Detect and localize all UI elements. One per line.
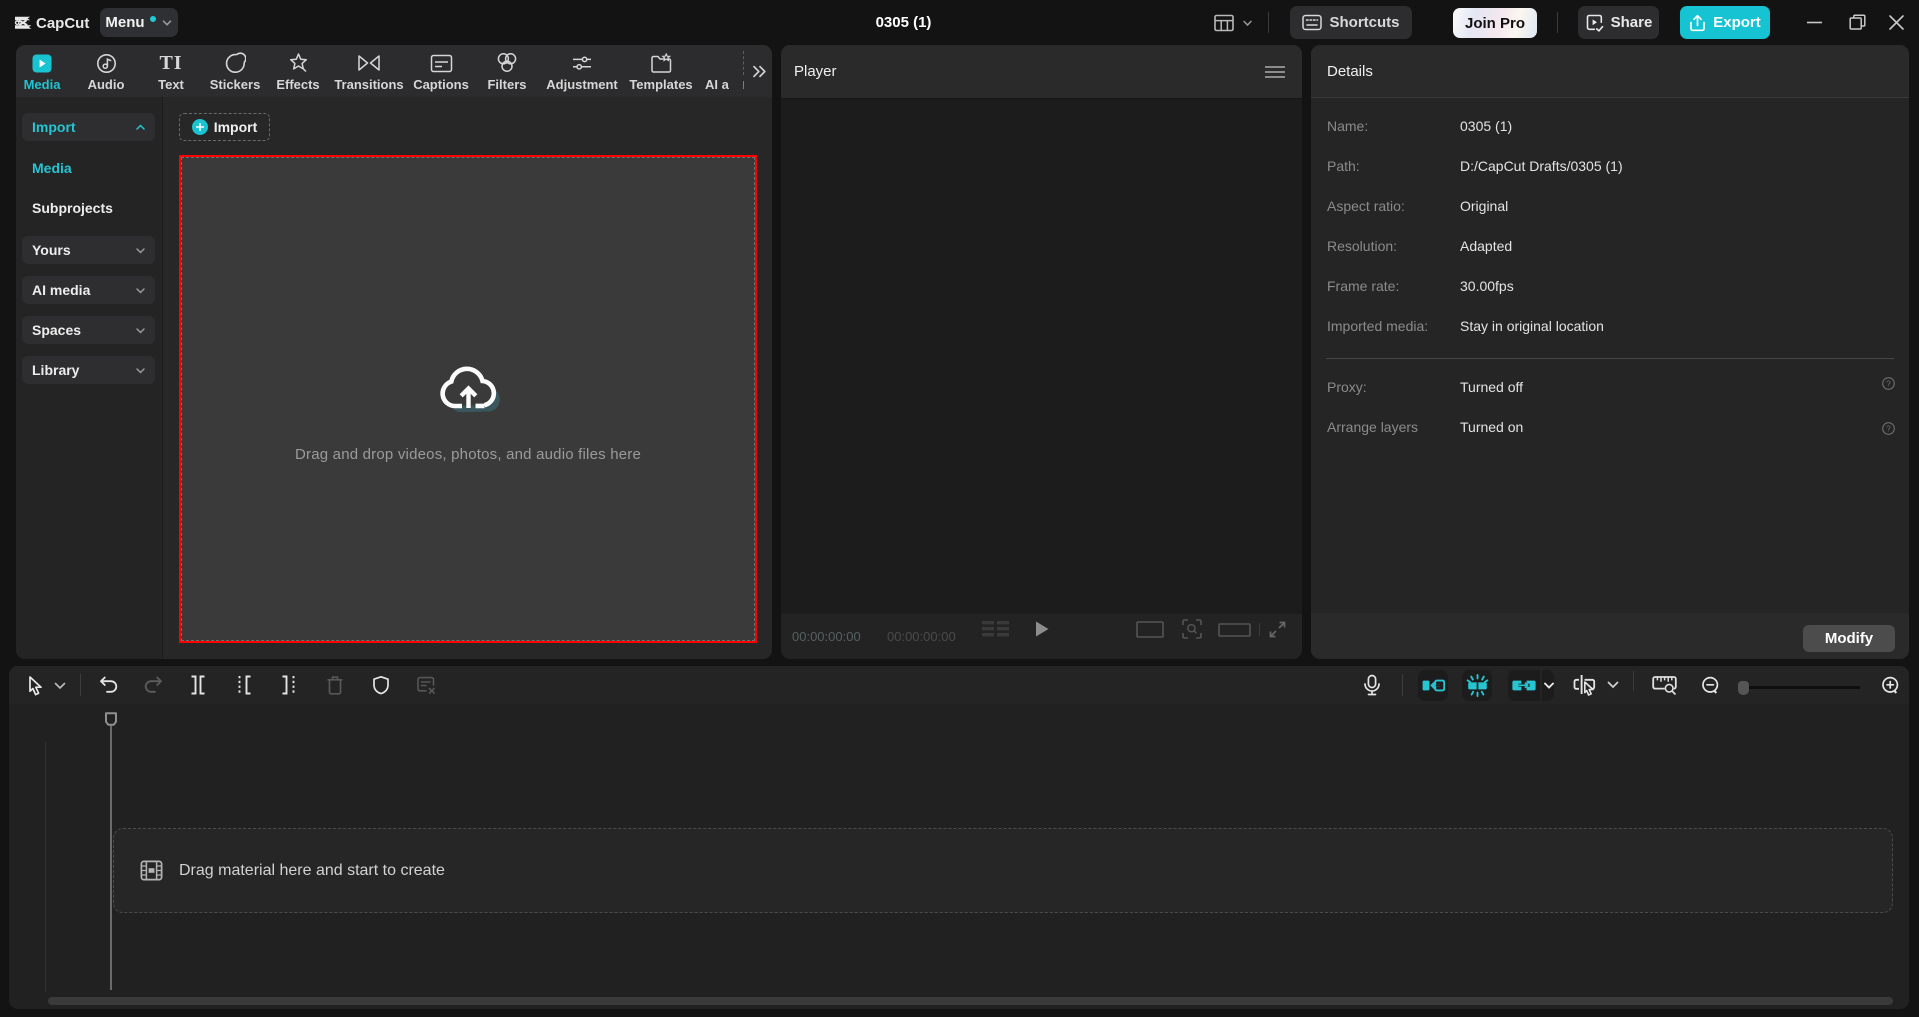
- svg-text:?: ?: [1886, 379, 1891, 388]
- svg-text:?: ?: [1886, 424, 1891, 433]
